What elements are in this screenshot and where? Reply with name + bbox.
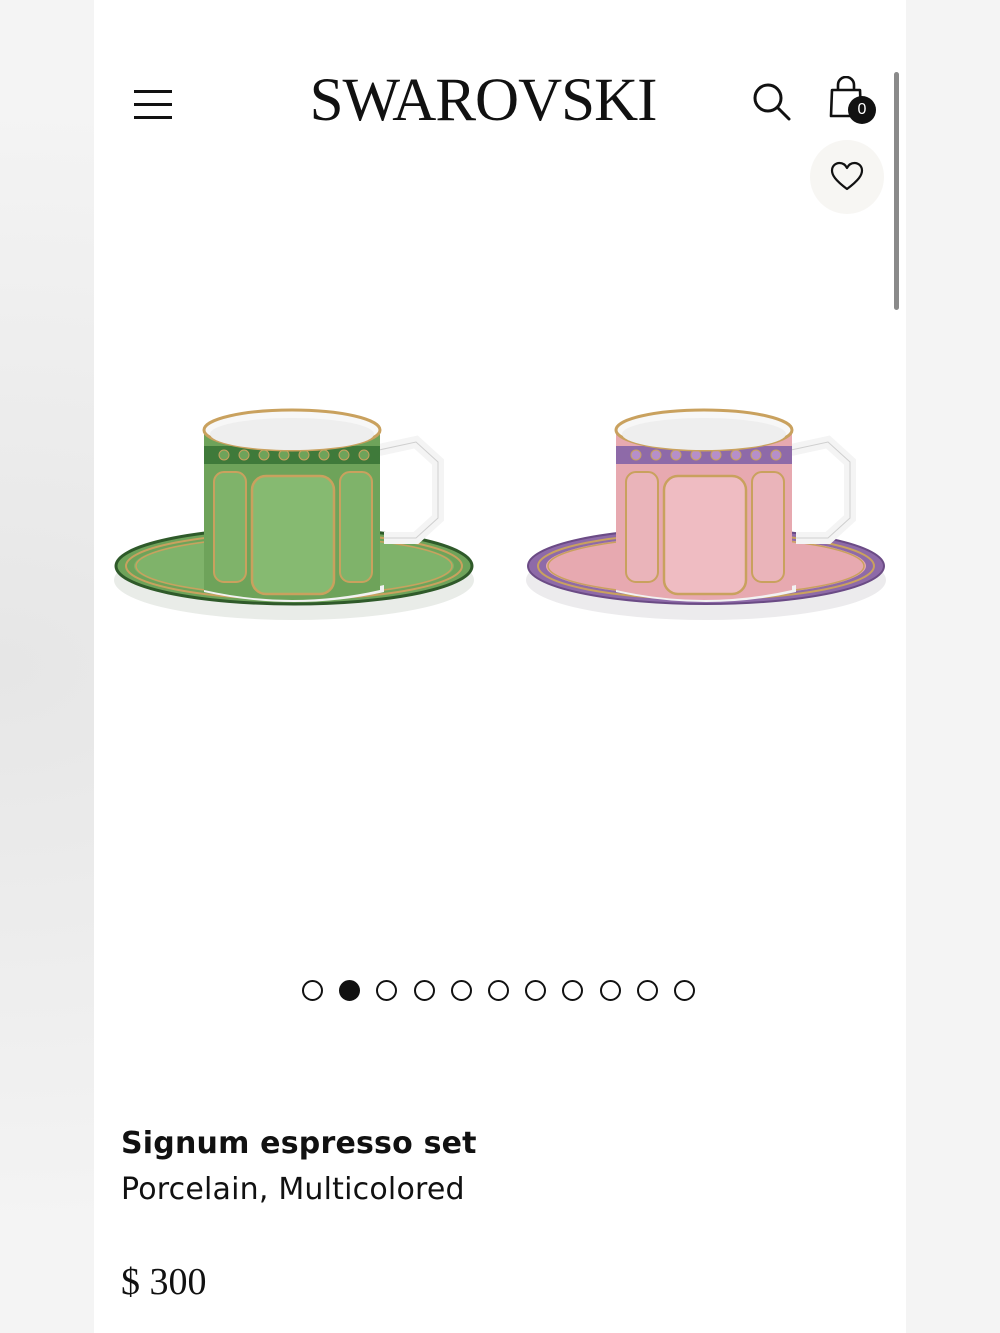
wishlist-button[interactable] — [810, 140, 884, 214]
carousel-dot-1[interactable] — [302, 980, 323, 1001]
carousel-dot-9[interactable] — [599, 980, 621, 1001]
product-page: SWAROVSKI 0 Signum espresso set Porcelai… — [94, 0, 906, 1333]
heart-icon — [830, 161, 864, 191]
product-name: Signum espresso set — [121, 1126, 477, 1161]
bag-count-badge: 0 — [848, 96, 876, 124]
search-icon — [753, 83, 791, 121]
menu-button[interactable] — [134, 90, 174, 122]
product-price: $ 300 — [121, 1261, 207, 1303]
scrollbar[interactable] — [894, 72, 899, 310]
site-header: SWAROVSKI 0 — [94, 0, 906, 310]
carousel-dot-6[interactable] — [488, 980, 509, 1001]
carousel-dot-10[interactable] — [636, 980, 658, 1001]
carousel-dot-8[interactable] — [562, 980, 584, 1001]
search-button[interactable] — [750, 80, 794, 124]
hamburger-menu-icon — [134, 90, 172, 93]
pink-espresso-cup — [526, 408, 886, 620]
brand-logo[interactable]: SWAROVSKI — [292, 66, 674, 136]
carousel-dot-2[interactable] — [339, 980, 361, 1001]
carousel-dot-11[interactable] — [674, 980, 695, 1001]
carousel-dot-7[interactable] — [525, 980, 547, 1001]
product-material: Porcelain, Multicolored — [121, 1172, 465, 1207]
carousel-dot-3[interactable] — [376, 980, 398, 1001]
green-espresso-cup — [114, 408, 474, 620]
image-carousel-indicators — [302, 980, 702, 1004]
shopping-bag-button[interactable]: 0 — [826, 75, 882, 128]
product-image[interactable] — [94, 380, 906, 660]
carousel-dot-4[interactable] — [413, 980, 435, 1001]
carousel-dot-5[interactable] — [450, 980, 472, 1001]
